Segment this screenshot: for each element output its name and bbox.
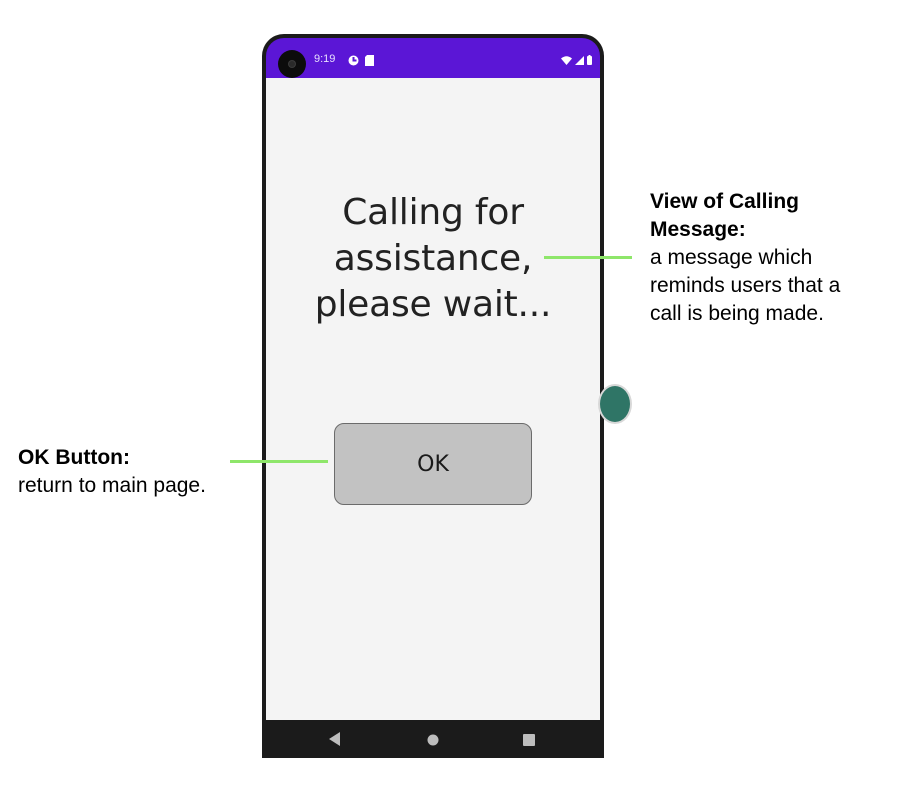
status-time: 9:19 [314,53,336,65]
signal-icon [575,52,584,70]
recents-icon[interactable] [523,733,535,751]
calling-message-line: Calling for [342,192,524,233]
message-annotation-desc: a message which [650,246,813,269]
status-bar: 9:19 [266,38,600,78]
battery-icon [587,52,592,70]
message-leader-line [544,256,632,259]
message-annotation: View of Calling Message: a message which… [650,188,895,328]
calling-message-line: assistance, [333,238,533,279]
message-annotation-desc: reminds users that a [650,274,841,297]
phone-frame: 9:19 Calling for assistance, please wait… [262,34,604,758]
back-icon[interactable] [329,732,341,751]
calling-message-line: please wait... [314,284,552,325]
calling-message: Calling for assistance, please wait... [266,190,600,328]
floating-bubble[interactable] [598,384,632,424]
message-annotation-title: View of Calling [650,190,799,213]
camera-cutout [278,50,306,78]
home-icon[interactable] [427,733,439,751]
ok-annotation-title: OK Button: [18,446,130,469]
ok-annotation: OK Button: return to main page. [18,444,258,500]
app-screen: Calling for assistance, please wait... O… [266,78,600,720]
navigation-bar [262,720,604,758]
sd-card-icon [365,53,374,71]
ok-annotation-desc: return to main page. [18,474,206,497]
message-annotation-desc: call is being made. [650,302,824,325]
message-annotation-title: Message: [650,218,746,241]
wifi-icon [561,52,572,70]
app-notification-icon [348,53,359,71]
ok-button[interactable]: OK [334,423,532,505]
